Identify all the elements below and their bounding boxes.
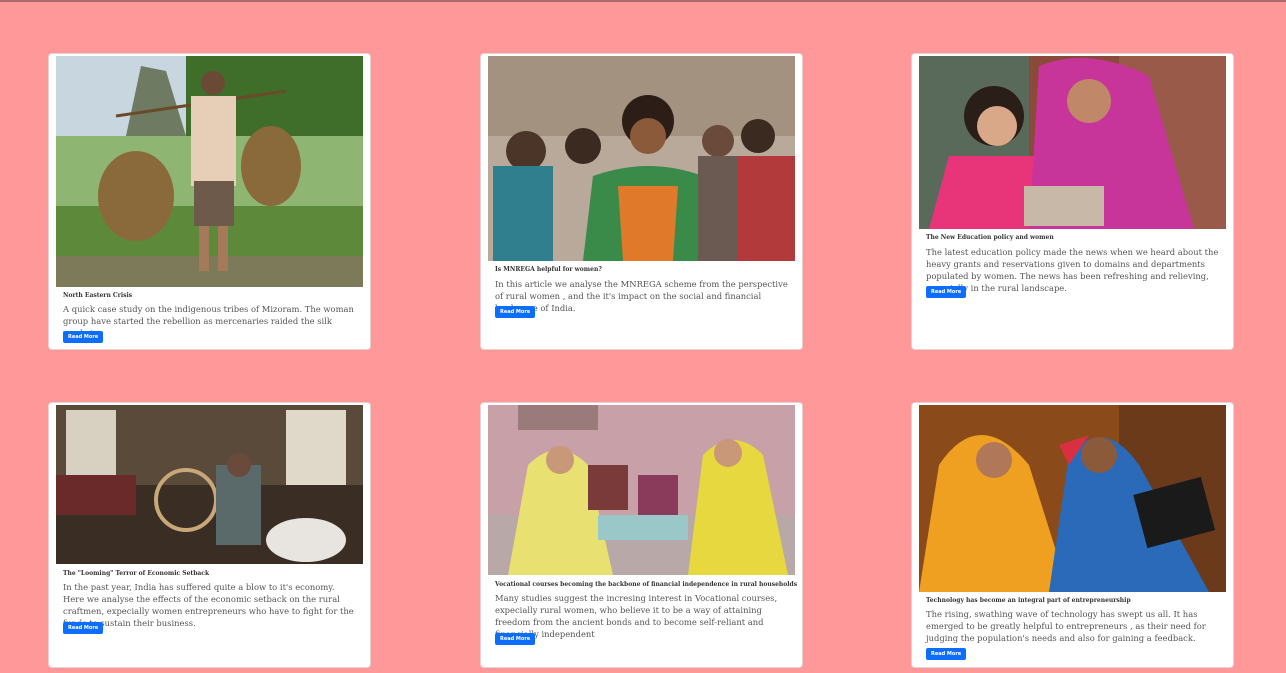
article-description: A quick case study on the indigenous tri… xyxy=(63,304,354,338)
women-with-tablet-image xyxy=(919,56,1226,229)
read-more-button[interactable]: Read More xyxy=(63,622,104,634)
woman-spinning-wool-image xyxy=(56,405,363,564)
top-border xyxy=(0,0,1286,2)
article-description: In this article we analyse the MNREGA sc… xyxy=(495,279,788,313)
read-more-button[interactable]: Read More xyxy=(495,633,536,645)
read-more-button[interactable]: Read More xyxy=(926,648,967,660)
article-title: The "Looming" Terror of Economic Setback xyxy=(63,570,210,577)
article-description: In the past year, India has suffered qui… xyxy=(63,582,354,628)
article-description: The latest education policy made the new… xyxy=(926,247,1219,293)
woman-carrying-baskets-rice-field-image xyxy=(56,56,363,287)
women-using-laptop-image xyxy=(919,405,1226,592)
read-more-button[interactable]: Read More xyxy=(495,306,536,318)
article-title: North Eastern Crisis xyxy=(63,292,133,299)
article-card: North Eastern Crisis A quick case study … xyxy=(48,53,371,350)
article-title: Vocational courses becoming the backbone… xyxy=(495,581,798,588)
article-card: Is MNREGA helpful for women? In this art… xyxy=(480,53,803,350)
read-more-button[interactable]: Read More xyxy=(926,286,967,298)
women-sewing-vocational-course-image xyxy=(488,405,795,575)
group-of-rural-women-image xyxy=(488,56,795,261)
article-description: The rising, swathing wave of technology … xyxy=(926,609,1206,643)
article-card: The New Education policy and women The l… xyxy=(911,53,1234,350)
article-card: Technology has become an integral part o… xyxy=(911,402,1234,668)
article-card: Vocational courses becoming the backbone… xyxy=(480,402,803,668)
read-more-button[interactable]: Read More xyxy=(63,331,104,343)
article-title: Technology has become an integral part o… xyxy=(926,597,1131,604)
article-description: Many studies suggest the incresing inter… xyxy=(495,593,778,639)
article-title: Is MNREGA helpful for women? xyxy=(495,266,602,273)
article-title: The New Education policy and women xyxy=(926,234,1054,241)
article-card: The "Looming" Terror of Economic Setback… xyxy=(48,402,371,668)
